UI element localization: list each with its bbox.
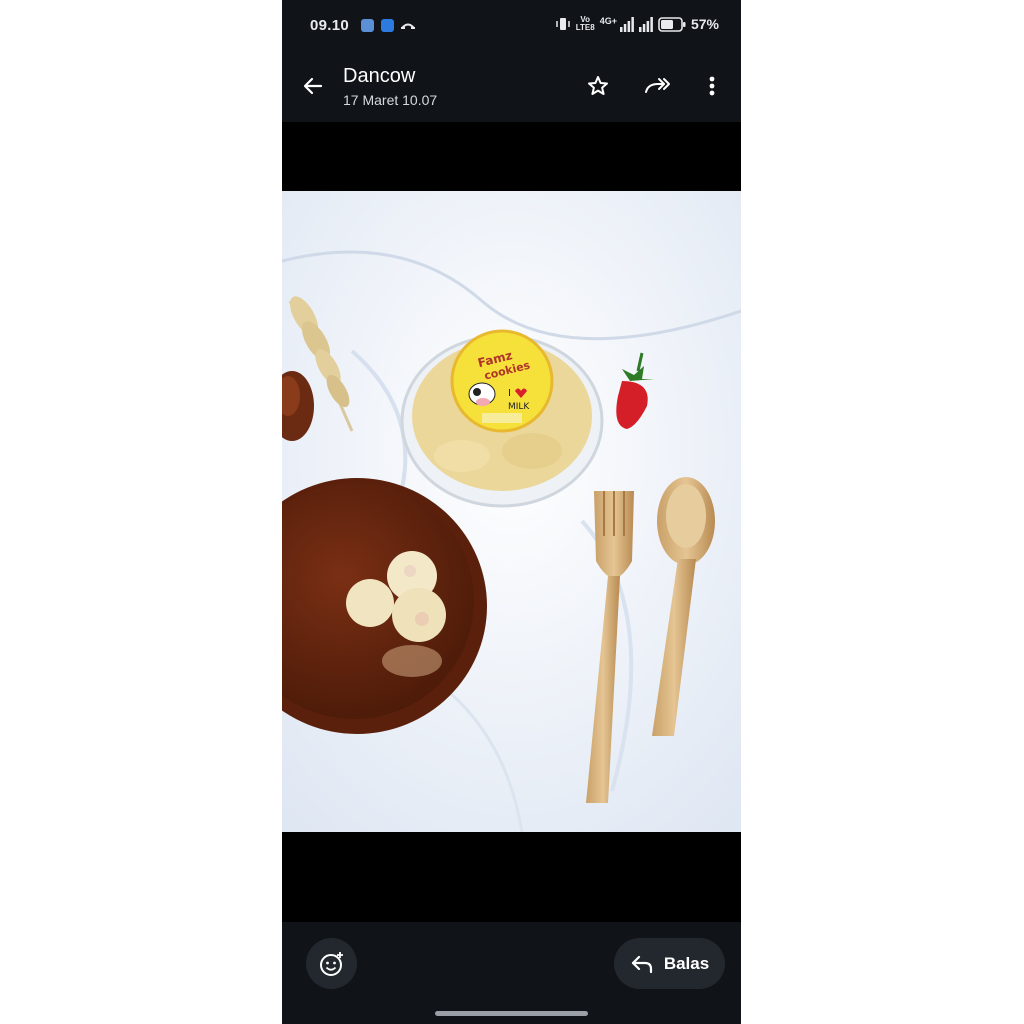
more-options-button[interactable] — [695, 69, 729, 103]
volte-bottom: LTE8 — [575, 23, 595, 32]
network-type-label: 4G+ — [599, 16, 617, 26]
back-arrow-icon — [303, 77, 323, 95]
signal-icon-2 — [638, 16, 653, 32]
reply-button[interactable]: Balas — [614, 938, 725, 989]
forward-button[interactable] — [641, 69, 675, 103]
chat-title: Dancow — [343, 65, 416, 87]
signal-icon — [619, 16, 634, 32]
media-viewer[interactable]: Famz cookies I MILK — [282, 122, 741, 922]
more-icon — [709, 76, 715, 96]
emoji-add-icon — [319, 951, 343, 976]
bottom-action-bar: Balas — [282, 922, 741, 1024]
battery-percent: 57% — [690, 16, 719, 32]
forward-icon — [645, 78, 670, 93]
reply-icon — [631, 955, 652, 973]
status-bar: 09.10 Vo LTE8 4G+ 57% — [282, 0, 741, 52]
app-d-icon — [361, 19, 374, 32]
star-icon — [588, 76, 608, 95]
home-indicator[interactable] — [435, 1011, 588, 1016]
status-right-group: Vo LTE8 4G+ 57% — [555, 16, 719, 32]
back-button[interactable] — [296, 69, 330, 103]
vibrate-icon — [555, 18, 570, 30]
message-timestamp: 17 Maret 10.07 — [343, 92, 438, 108]
phone-screen: 09.10 Vo LTE8 4G+ 57% Dancow 17 Maret 10… — [282, 0, 741, 1024]
shared-photo[interactable]: Famz cookies I MILK — [282, 191, 741, 832]
battery-icon — [658, 16, 686, 32]
app-person-icon — [381, 19, 394, 32]
status-time: 09.10 — [310, 17, 350, 34]
photo-illustration: Famz cookies I MILK — [282, 191, 741, 832]
volte-label: Vo LTE8 — [576, 16, 595, 32]
label-heart-text: I — [508, 388, 511, 399]
star-button[interactable] — [581, 69, 615, 103]
reply-label: Balas — [663, 953, 710, 973]
app-bar: Dancow 17 Maret 10.07 — [282, 52, 741, 122]
label-milk-text: MILK — [508, 402, 530, 412]
missed-call-icon — [401, 23, 415, 29]
add-reaction-button[interactable] — [306, 938, 357, 989]
